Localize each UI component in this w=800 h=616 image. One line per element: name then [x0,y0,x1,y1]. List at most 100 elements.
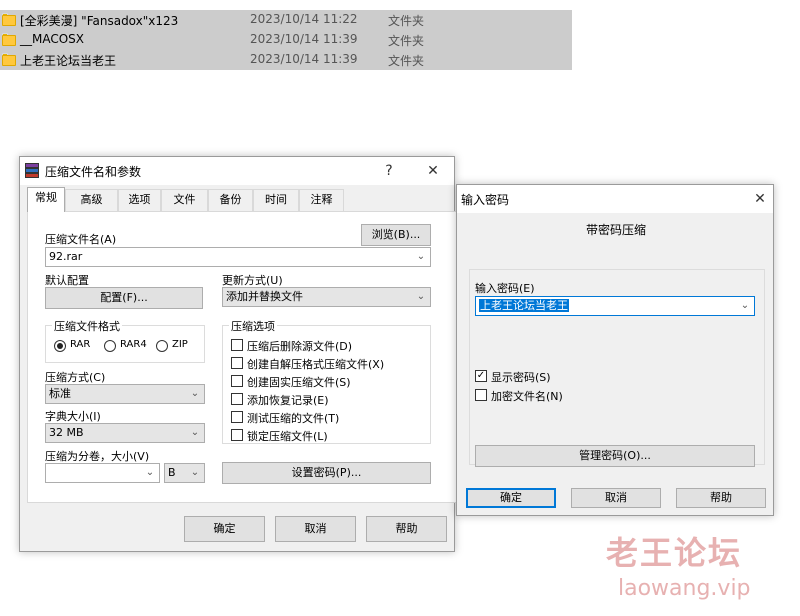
chevron-down-icon[interactable]: ⌄ [415,248,427,266]
titlebar: 输入密码 ✕ [457,185,773,213]
split-size-field[interactable]: ⌄ [45,463,160,483]
encrypt-names-label: 加密文件名(N) [491,390,563,403]
option-label: 创建固实压缩文件(S) [247,376,351,389]
password-dialog: 输入密码 ✕ 带密码压缩 输入密码(E) 上老王论坛当老王 ⌄ ✓ 显示密码(S… [456,184,774,516]
tab-general[interactable]: 常规 [27,187,65,212]
cancel-button[interactable]: 取消 [571,488,661,508]
watermark-text: 老王论坛 [606,534,743,572]
help-title-button[interactable]: ? [376,159,402,183]
split-unit-select[interactable]: B ⌄ [164,463,205,483]
folder-icon [2,13,16,26]
tab-comment[interactable]: 注释 [299,189,344,211]
watermark-url: laowang.vip [618,576,751,601]
help-button[interactable]: 帮助 [366,516,447,542]
chevron-down-icon[interactable]: ⌄ [144,464,156,482]
default-profile-label: 默认配置 [45,274,89,287]
option-checkbox[interactable] [231,393,243,405]
radio-rar4-label: RAR4 [120,339,147,350]
dialog-title: 输入密码 [461,193,510,207]
option-label: 创建自解压格式压缩文件(X) [247,358,385,371]
file-list: [全彩美漫] "Fansadox"x123 2023/10/14 11:22 文… [0,10,572,70]
update-mode-value: 添加并替换文件 [226,290,303,303]
set-password-button[interactable]: 设置密码(P)... [222,462,431,484]
split-unit-value: B [168,466,176,479]
tab-files[interactable]: 文件 [161,189,208,211]
method-value: 标准 [49,387,71,400]
folder-icon [2,33,16,46]
format-group: 压缩文件格式 RAR RAR4 ZIP [45,318,205,363]
chevron-down-icon[interactable]: ⌄ [189,385,201,403]
archive-dialog: 压缩文件名和参数 ? ✕ 常规 高级 选项 文件 备份 时间 注释 压缩文件名(… [19,156,458,552]
help-button[interactable]: 帮助 [676,488,766,508]
file-name: __MACOSX [20,32,85,46]
ok-button[interactable]: 确定 [466,488,556,508]
file-date: 2023/10/14 11:39 [250,32,358,46]
chevron-down-icon[interactable]: ⌄ [189,424,201,442]
tab-backup[interactable]: 备份 [208,189,253,211]
password-subtitle: 带密码压缩 [585,223,646,237]
file-type: 文件夹 [388,34,425,48]
titlebar: 压缩文件名和参数 ? ✕ [20,157,454,185]
file-type: 文件夹 [388,14,425,28]
tab-options[interactable]: 选项 [118,189,161,211]
password-value: 上老王论坛当老王 [479,299,569,312]
option-checkbox[interactable] [231,429,243,441]
file-type: 文件夹 [388,54,425,68]
option-label: 添加恢复记录(E) [247,394,329,407]
file-date: 2023/10/14 11:39 [250,52,358,66]
archive-name-value: 92.rar [49,250,83,263]
file-row[interactable]: [全彩美漫] "Fansadox"x123 2023/10/14 11:22 文… [0,10,572,30]
radio-rar-label: RAR [70,339,91,350]
option-label: 压缩后删除源文件(D) [247,340,353,353]
chevron-down-icon[interactable]: ⌄ [739,297,751,315]
chevron-down-icon[interactable]: ⌄ [189,464,201,482]
show-password-checkbox[interactable]: ✓ [475,370,487,382]
options-group-title: 压缩选项 [229,318,277,334]
chevron-down-icon[interactable]: ⌄ [415,288,427,306]
show-password-label: 显示密码(S) [491,371,551,384]
dict-value: 32 MB [49,426,84,439]
method-select[interactable]: 标准 ⌄ [45,384,205,404]
format-group-title: 压缩文件格式 [52,318,122,334]
update-mode-select[interactable]: 添加并替换文件 ⌄ [222,287,431,307]
file-row[interactable]: 上老王论坛当老王 2023/10/14 11:39 文件夹 [0,50,572,70]
dialog-title: 压缩文件名和参数 [45,165,142,179]
file-name: 上老王论坛当老王 [20,54,117,68]
close-icon[interactable]: ✕ [420,159,446,183]
cancel-button[interactable]: 取消 [275,516,356,542]
option-label: 锁定压缩文件(L) [247,430,328,443]
option-label: 测试压缩的文件(T) [247,412,340,425]
profiles-button[interactable]: 配置(F)... [45,287,203,309]
option-checkbox[interactable] [231,375,243,387]
ok-button[interactable]: 确定 [184,516,265,542]
close-icon[interactable]: ✕ [747,187,773,211]
file-row[interactable]: __MACOSX 2023/10/14 11:39 文件夹 [0,30,572,50]
tab-panel-general: 压缩文件名(A) 浏览(B)... 92.rar ⌄ 默认配置 配置(F)...… [27,211,458,503]
tab-advanced[interactable]: 高级 [65,189,118,211]
dict-select[interactable]: 32 MB ⌄ [45,423,205,443]
password-label: 输入密码(E) [475,282,535,295]
tab-time[interactable]: 时间 [253,189,299,211]
radio-rar4[interactable] [104,340,116,352]
file-name: [全彩美漫] "Fansadox"x123 [20,14,179,28]
encrypt-names-checkbox[interactable] [475,389,487,401]
password-input[interactable]: 上老王论坛当老王 ⌄ [475,296,755,316]
archive-name-label: 压缩文件名(A) [45,233,117,246]
radio-rar[interactable] [54,340,66,352]
option-checkbox[interactable] [231,357,243,369]
dict-label: 字典大小(I) [45,410,101,423]
option-checkbox[interactable] [231,411,243,423]
folder-icon [2,53,16,66]
archive-name-field[interactable]: 92.rar ⌄ [45,247,431,267]
split-label: 压缩为分卷，大小(V) [45,450,150,463]
options-group: 压缩选项 压缩后删除源文件(D) 创建自解压格式压缩文件(X) 创建固实压缩文件… [222,318,431,444]
radio-zip[interactable] [156,340,168,352]
radio-zip-label: ZIP [172,339,188,350]
file-date: 2023/10/14 11:22 [250,12,358,26]
method-label: 压缩方式(C) [45,371,106,384]
browse-button[interactable]: 浏览(B)... [361,224,431,246]
winrar-icon [25,163,39,179]
option-checkbox[interactable] [231,339,243,351]
organize-passwords-button[interactable]: 管理密码(O)... [475,445,755,467]
update-mode-label: 更新方式(U) [222,274,283,287]
